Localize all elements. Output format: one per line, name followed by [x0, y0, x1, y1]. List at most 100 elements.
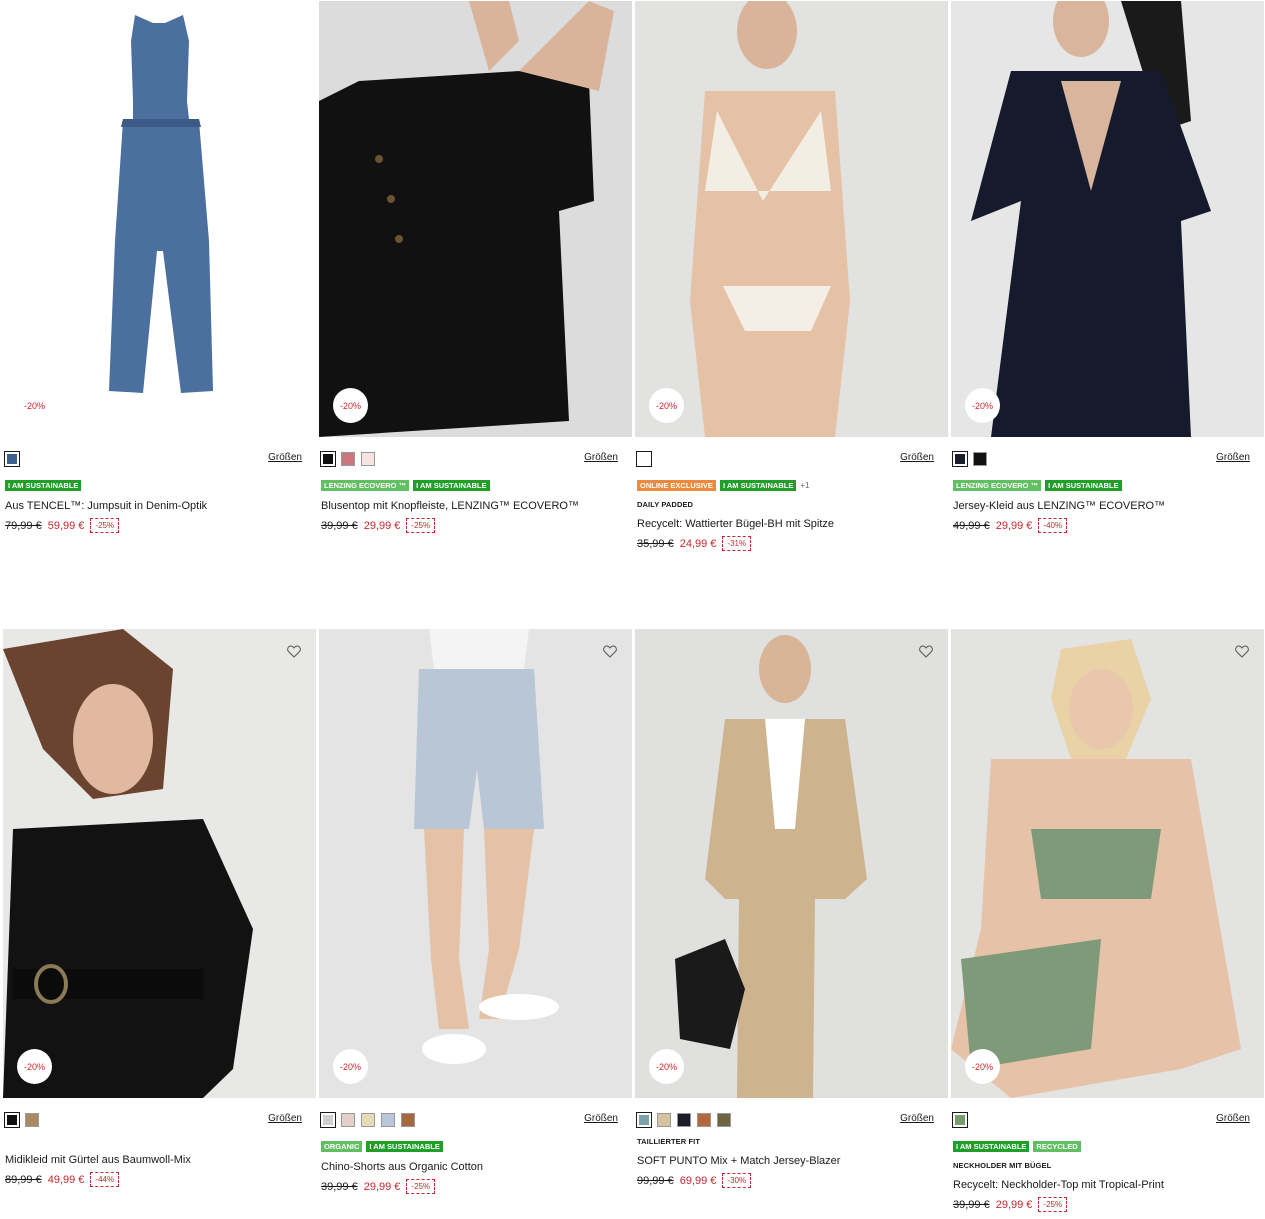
product-image[interactable]: -20% — [951, 1, 1264, 437]
sizes-link[interactable]: Größen — [1216, 452, 1250, 463]
product-photo — [3, 629, 316, 1098]
sale-price: 59,99 € — [47, 519, 85, 532]
product-image[interactable]: -20% — [3, 1, 316, 437]
product-card[interactable]: -20% Größen LENZING ECOVERO ™ I AM SUSTAINA… — [951, 1, 1264, 533]
product-title[interactable]: SOFT PUNTO Mix + Match Jersey-Blazer — [637, 1155, 946, 1167]
product-photo — [951, 629, 1264, 1098]
original-price: 79,99 € — [5, 519, 42, 532]
product-feature: TAILLIERTER FIT — [637, 1137, 701, 1146]
color-swatch[interactable] — [636, 451, 652, 467]
discount-badge: -20% — [17, 1049, 52, 1084]
more-badges: +1 — [800, 481, 810, 490]
price-row: 79,99 € 59,99 € -25% — [5, 518, 314, 533]
heart-icon[interactable] — [286, 643, 302, 659]
product-photo — [319, 1, 632, 437]
product-title[interactable]: Recycelt: Wattierter Bügel-BH mit Spitze — [637, 518, 946, 530]
product-card[interactable]: -20% Größen TAILLIERTER FIT SOFT PUNTO Mix … — [635, 629, 948, 1188]
color-swatch[interactable] — [381, 1113, 395, 1127]
badge-row: LENZING ECOVERO ™ I AM SUSTAINABLE — [321, 480, 630, 491]
sizes-link[interactable]: Größen — [268, 452, 302, 463]
discount-percent: -30% — [722, 1173, 752, 1188]
color-swatch[interactable] — [952, 1112, 968, 1128]
sustainability-badge: I AM SUSTAINABLE — [953, 1141, 1030, 1152]
color-swatch[interactable] — [320, 451, 336, 467]
price-row: 49,99 € 29,99 € -40% — [953, 518, 1262, 533]
sale-price: 29,99 € — [995, 519, 1033, 532]
sizes-link[interactable]: Größen — [1216, 1113, 1250, 1124]
product-card[interactable]: -20% Größen ONLINE EXCLUSIVE I AM SUSTAINAB… — [635, 1, 948, 551]
badge-row: I AM SUSTAINABLE — [5, 480, 314, 491]
sustainability-badge: I AM SUSTAINABLE — [5, 480, 82, 491]
sale-price: 49,99 € — [47, 1173, 85, 1186]
color-swatches — [952, 451, 987, 467]
product-feature: NECKHOLDER MIT BÜGEL — [953, 1161, 1052, 1170]
color-swatch[interactable] — [361, 452, 375, 466]
color-swatch[interactable] — [4, 451, 20, 467]
product-image[interactable]: -20% — [319, 1, 632, 437]
product-image[interactable]: -20% — [635, 1, 948, 437]
color-swatch[interactable] — [320, 1112, 336, 1128]
color-swatch[interactable] — [636, 1112, 652, 1128]
product-title[interactable]: Midikleid mit Gürtel aus Baumwoll-Mix — [5, 1154, 314, 1166]
color-swatches — [320, 451, 375, 467]
color-swatch[interactable] — [361, 1113, 375, 1127]
color-swatches — [636, 451, 652, 467]
discount-badge: -20% — [965, 388, 1000, 423]
discount-percent: -44% — [90, 1172, 120, 1187]
sustainability-badge: I AM SUSTAINABLE — [1045, 480, 1122, 491]
product-card[interactable]: -20% Größen I AM SUSTAINABLE Aus TENCEL™: J… — [3, 1, 316, 533]
product-title[interactable]: Aus TENCEL™: Jumpsuit in Denim-Optik — [5, 500, 314, 512]
color-swatch[interactable] — [341, 1113, 355, 1127]
color-swatch[interactable] — [717, 1113, 731, 1127]
product-image[interactable]: -20% — [3, 629, 316, 1098]
color-swatch[interactable] — [697, 1113, 711, 1127]
product-photo — [951, 1, 1264, 437]
original-price: 49,99 € — [953, 519, 990, 532]
price-row: 39,99 € 29,99 € -25% — [953, 1197, 1262, 1212]
product-title[interactable]: Chino-Shorts aus Organic Cotton — [321, 1161, 630, 1173]
color-swatch[interactable] — [657, 1113, 671, 1127]
product-card[interactable]: -20% Größen Midikleid mit Gürtel aus Baumw… — [3, 629, 316, 1187]
price-row: 39,99 € 29,99 € -25% — [321, 518, 630, 533]
color-swatches — [4, 451, 20, 467]
discount-badge: -20% — [649, 388, 684, 423]
discount-badge: -20% — [333, 1049, 368, 1084]
sustainability-badge: ORGANIC — [321, 1141, 363, 1152]
original-price: 89,99 € — [5, 1173, 42, 1186]
sizes-link[interactable]: Größen — [900, 452, 934, 463]
sizes-link[interactable]: Größen — [900, 1113, 934, 1124]
color-swatch[interactable] — [401, 1113, 415, 1127]
price-row: 35,99 € 24,99 € -31% — [637, 536, 946, 551]
color-swatch[interactable] — [973, 452, 987, 466]
product-card[interactable]: -20% Größen ORGANIC I AM SUSTAINABLE Chino-S… — [319, 629, 632, 1194]
product-card[interactable]: -20% Größen I AM SUSTAINABLE RECYCLED NECKHO… — [951, 629, 1264, 1212]
product-card[interactable]: -20% Größen LENZING ECOVERO ™ I AM SUSTAINA… — [319, 1, 632, 533]
price-row: 39,99 € 29,99 € -25% — [321, 1179, 630, 1194]
sizes-link[interactable]: Größen — [584, 452, 618, 463]
heart-icon[interactable] — [918, 643, 934, 659]
product-image[interactable]: -20% — [635, 629, 948, 1098]
color-swatch[interactable] — [4, 1112, 20, 1128]
product-photo — [3, 1, 316, 437]
color-swatch[interactable] — [952, 451, 968, 467]
badge-row: ONLINE EXCLUSIVE I AM SUSTAINABLE +1 — [637, 480, 946, 491]
product-image[interactable]: -20% — [319, 629, 632, 1098]
sale-price: 69,99 € — [679, 1174, 717, 1187]
heart-icon[interactable] — [1234, 643, 1250, 659]
sustainability-badge: I AM SUSTAINABLE — [413, 480, 490, 491]
heart-icon[interactable] — [602, 643, 618, 659]
product-title[interactable]: Jersey-Kleid aus LENZING™ ECOVERO™ — [953, 500, 1262, 512]
color-swatch[interactable] — [25, 1113, 39, 1127]
color-swatch[interactable] — [677, 1113, 691, 1127]
color-swatches — [320, 1112, 415, 1128]
product-image[interactable]: -20% — [951, 629, 1264, 1098]
product-title[interactable]: Blusentop mit Knopfleiste, LENZING™ ECOV… — [321, 500, 630, 512]
color-swatch[interactable] — [341, 452, 355, 466]
discount-percent: -40% — [1038, 518, 1068, 533]
discount-percent: -25% — [406, 518, 436, 533]
sizes-link[interactable]: Größen — [268, 1113, 302, 1124]
sustainability-badge: I AM SUSTAINABLE — [719, 480, 797, 491]
sizes-link[interactable]: Größen — [584, 1113, 618, 1124]
product-title[interactable]: Recycelt: Neckholder-Top mit Tropical-Pr… — [953, 1179, 1262, 1191]
discount-percent: -25% — [90, 518, 120, 533]
